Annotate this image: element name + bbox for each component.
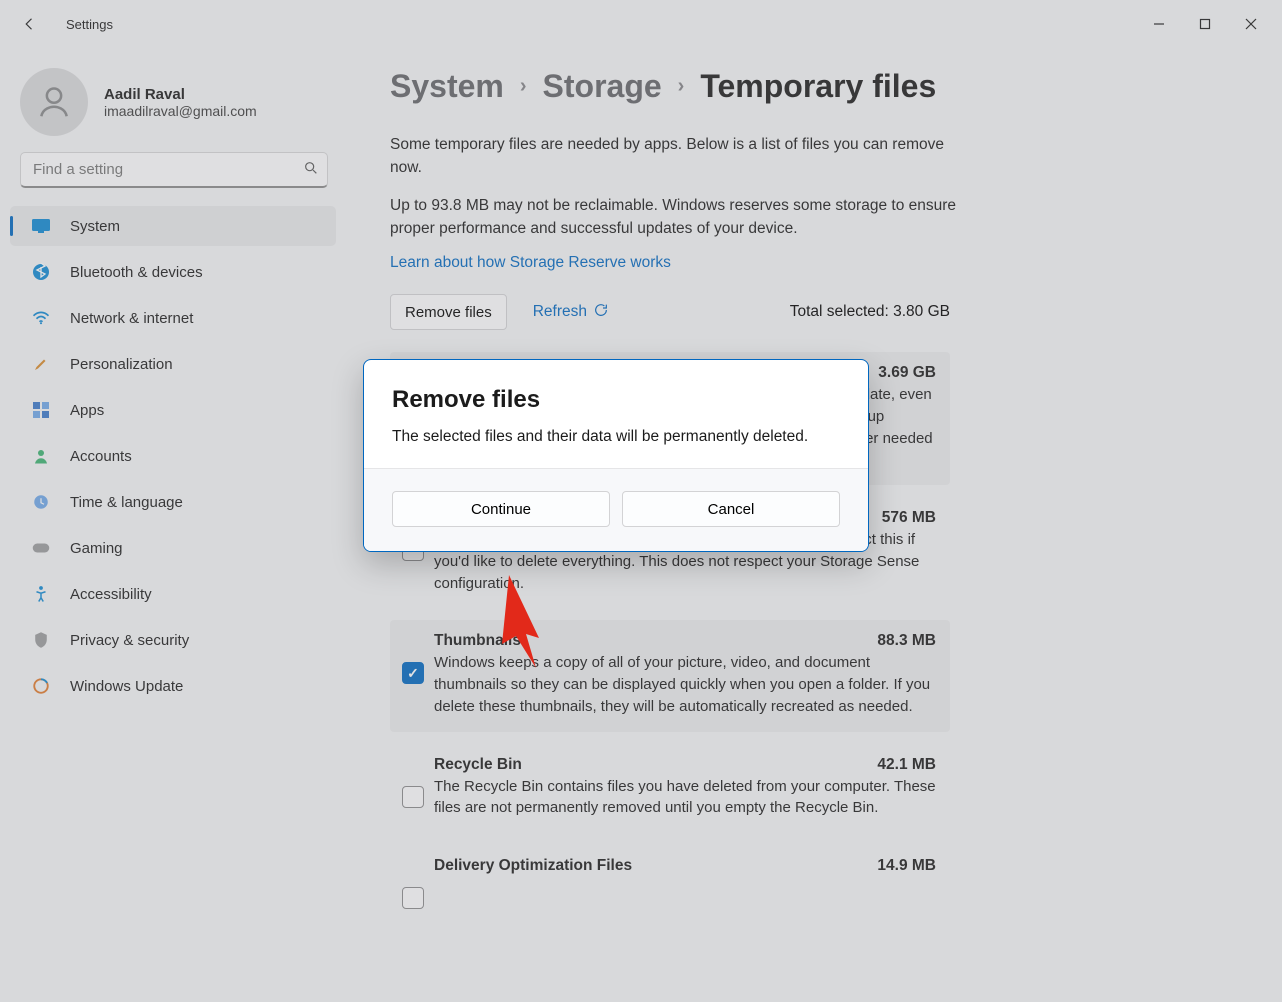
continue-button[interactable]: Continue [392,491,610,527]
dialog-title: Remove files [392,386,840,414]
dialog-message: The selected files and their data will b… [392,428,840,446]
remove-files-dialog: Remove files The selected files and thei… [363,359,869,552]
cancel-button[interactable]: Cancel [622,491,840,527]
